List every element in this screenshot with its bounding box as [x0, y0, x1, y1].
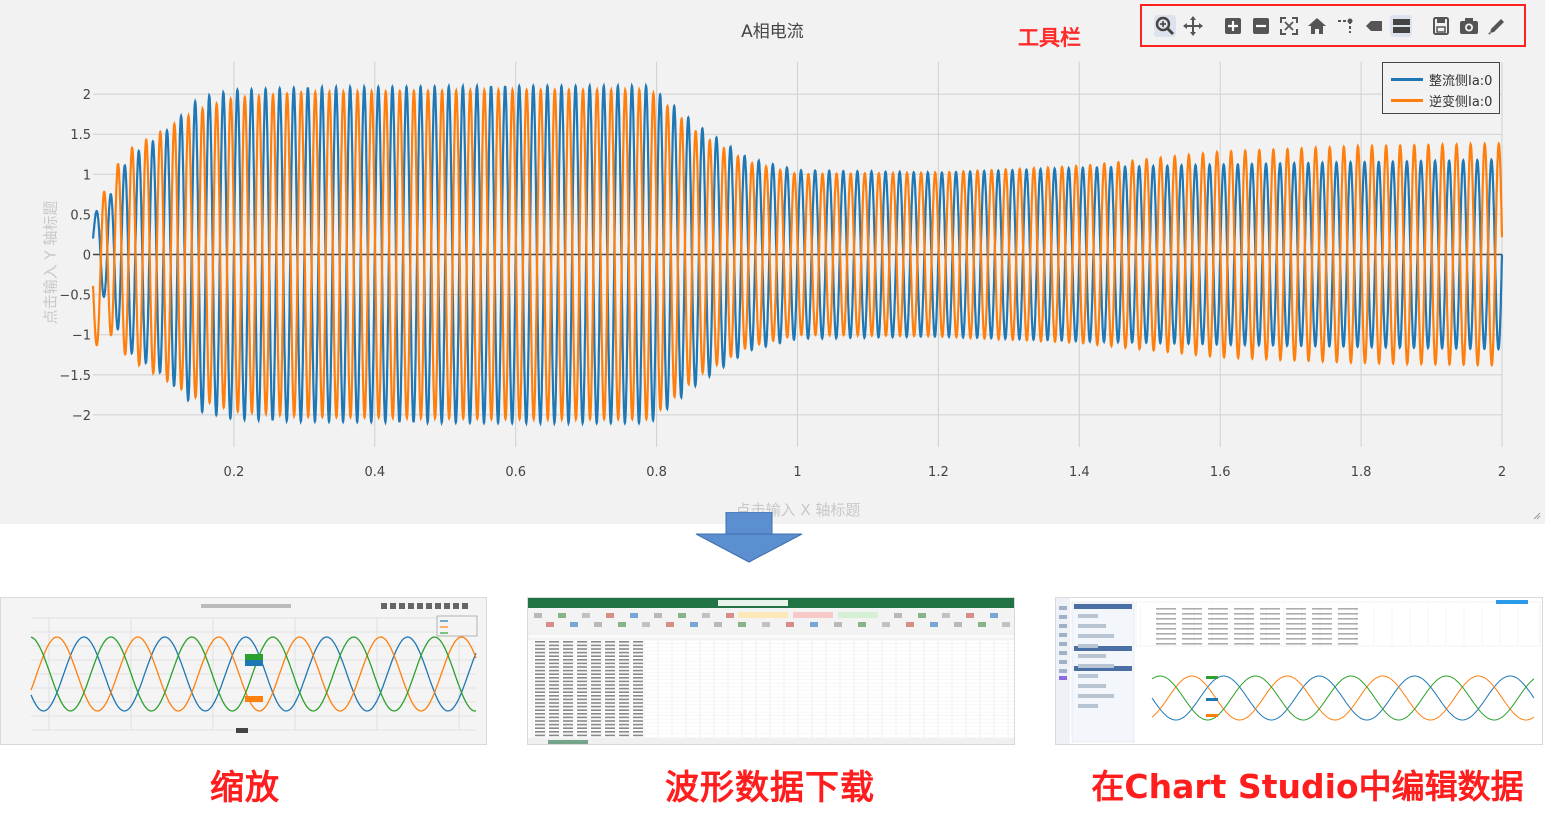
- hover-compare-button[interactable]: [1390, 14, 1412, 37]
- legend-swatch-blue: [1391, 78, 1423, 81]
- y-axis-title[interactable]: 点击输入 Y 轴标题: [40, 173, 61, 353]
- pan-button[interactable]: [1182, 15, 1204, 37]
- x-tick-label: 1: [793, 465, 801, 480]
- camera-icon: [1460, 17, 1478, 34]
- y-tick-label: −2: [72, 409, 91, 424]
- x-tick-label: 1.4: [1069, 465, 1090, 480]
- zoom-preview-image: [1, 598, 486, 744]
- reset-axes-button[interactable]: [1306, 15, 1328, 37]
- legend-swatch-orange: [1391, 99, 1423, 102]
- caption-zoom: 缩放: [210, 768, 280, 808]
- pan-icon: [1183, 15, 1203, 36]
- x-tick-label: 0.2: [224, 465, 245, 480]
- spreadsheet-preview-image: [528, 598, 1014, 744]
- edit-in-chart-studio-icon: [1488, 18, 1504, 35]
- x-tick-label: 1.2: [928, 465, 949, 480]
- x-tick-label: 2: [1498, 465, 1506, 480]
- download-data-button[interactable]: [1430, 15, 1452, 37]
- toolbar-annotation-label: 工具栏: [1018, 26, 1081, 50]
- zoom-out-button[interactable]: [1250, 15, 1272, 37]
- y-tick-label: 0.5: [70, 208, 91, 223]
- legend: 整流侧Ia:0 逆变侧Ia:0: [1382, 62, 1500, 114]
- edit-in-chart-studio-button[interactable]: [1486, 15, 1508, 37]
- hover-closest-button[interactable]: [1362, 15, 1384, 37]
- caption-chart-studio: 在Chart Studio中编辑数据: [1091, 767, 1524, 806]
- y-tick-label: −0.5: [59, 289, 91, 304]
- zoom-icon: [1155, 16, 1175, 35]
- waveform-chart[interactable]: 0.2 0.4 0.6 0.8 1 1.2 1.4 1.6 1.8 2 2 1.5 1 0.5 0 −0.5 −…: [0, 0, 1545, 524]
- zoom-in-icon: [1225, 17, 1241, 34]
- hover-compare-icon: [1393, 18, 1410, 33]
- y-tick-label: −1: [72, 329, 91, 344]
- download-preview-thumbnail: [527, 597, 1015, 745]
- studio-preview-thumbnail: [1055, 597, 1543, 745]
- legend-label: 整流侧Ia:0: [1429, 74, 1493, 89]
- x-tick-label: 1.6: [1210, 465, 1231, 480]
- spike-lines-icon: [1338, 18, 1353, 33]
- y-tick-label: 1: [83, 168, 91, 183]
- y-tick-label: 1.5: [70, 128, 91, 143]
- autoscale-icon: [1280, 16, 1298, 35]
- chart-studio-preview-image: [1056, 598, 1542, 744]
- y-tick-label: 2: [83, 88, 91, 103]
- zoom-button[interactable]: [1154, 14, 1176, 37]
- caption-download: 波形数据下载: [665, 768, 875, 808]
- plot-area[interactable]: 0.2 0.4 0.6 0.8 1 1.2 1.4 1.6 1.8 2 2 1.5 1 0.5 0 −0.5 −…: [0, 0, 1545, 524]
- legend-item-inverter[interactable]: 逆变侧Ia:0: [1391, 91, 1492, 110]
- autoscale-button[interactable]: [1278, 15, 1300, 37]
- legend-item-rectifier[interactable]: 整流侧Ia:0: [1391, 70, 1492, 89]
- legend-label: 逆变侧Ia:0: [1429, 95, 1493, 110]
- x-tick-label: 0.6: [505, 465, 526, 480]
- camera-button[interactable]: [1458, 15, 1480, 37]
- x-tick-label: 0.4: [364, 465, 385, 480]
- x-tick-label: 0.8: [646, 465, 667, 480]
- reset-axes-icon: [1308, 17, 1326, 34]
- spike-lines-button[interactable]: [1334, 15, 1356, 37]
- zoom-out-icon: [1253, 17, 1269, 34]
- modebar-toolbar: [1140, 4, 1526, 47]
- hover-closest-icon: [1366, 20, 1382, 31]
- zoom-preview-thumbnail: [0, 597, 487, 745]
- zoom-in-button[interactable]: [1222, 15, 1244, 37]
- down-arrow-icon: [695, 512, 803, 563]
- resize-handle-icon[interactable]: [1533, 512, 1541, 520]
- download-data-icon: [1433, 16, 1449, 35]
- y-tick-label: −1.5: [59, 369, 91, 384]
- y-tick-label: 0: [83, 249, 91, 264]
- x-tick-label: 1.8: [1351, 465, 1372, 480]
